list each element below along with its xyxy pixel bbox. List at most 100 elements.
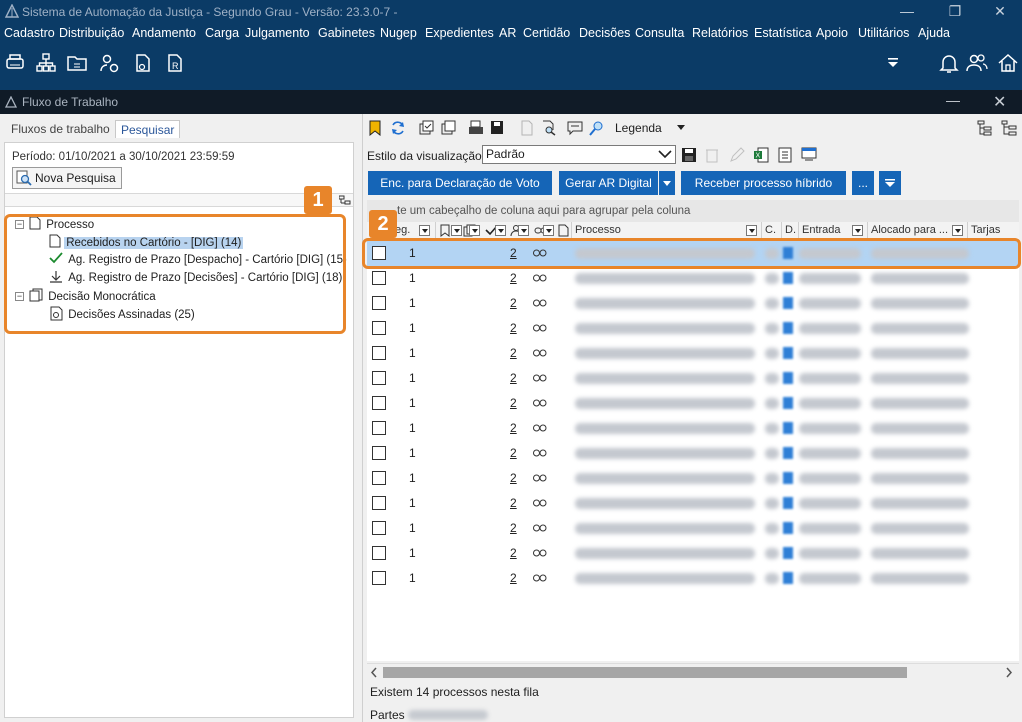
tab-pesquisar[interactable]: Pesquisar [115, 120, 181, 138]
excel-export-icon[interactable]: X [753, 147, 769, 163]
list-view-icon[interactable] [1001, 120, 1017, 136]
comment-icon[interactable] [567, 120, 583, 136]
estilo-select[interactable]: Padrão [482, 145, 676, 164]
printer-icon[interactable] [4, 52, 26, 74]
tree-options-icon[interactable] [339, 195, 351, 206]
table-row[interactable]: 12 [367, 391, 1019, 416]
row-checkbox[interactable] [372, 421, 386, 435]
link-icon[interactable] [533, 274, 547, 282]
nova-pesquisa-button[interactable]: Nova Pesquisa [12, 167, 122, 189]
scroll-right-icon[interactable] [1005, 667, 1013, 678]
close-icon[interactable]: ✕ [993, 92, 1006, 112]
disabled-doc-icon[interactable] [519, 120, 535, 136]
row-count-link[interactable]: 2 [510, 571, 517, 585]
minimize-icon[interactable]: — [946, 92, 960, 108]
scrollbar-thumb[interactable] [383, 667, 907, 678]
row-checkbox[interactable] [372, 571, 386, 585]
table-row[interactable]: 12 [367, 416, 1019, 441]
menu-estatistica[interactable]: Estatística [754, 26, 812, 40]
row-count-link[interactable]: 2 [510, 446, 517, 460]
refresh-icon[interactable] [390, 120, 406, 136]
menu-julgamento[interactable]: Julgamento [245, 26, 310, 40]
col-header-alocado[interactable]: Alocado para ... [871, 224, 951, 236]
document-list-icon[interactable] [777, 147, 793, 163]
document-r-icon[interactable]: R [164, 52, 186, 74]
row-count-link[interactable]: 2 [510, 471, 517, 485]
table-row[interactable]: 12 [367, 441, 1019, 466]
table-row[interactable]: 12 [367, 341, 1019, 366]
row-count-link[interactable]: 2 [510, 321, 517, 335]
menu-decisoes[interactable]: Decisões [579, 26, 630, 40]
row-checkbox[interactable] [372, 271, 386, 285]
col-filter-processo[interactable] [746, 224, 757, 236]
col-filter-copy[interactable] [469, 224, 480, 236]
save-icon[interactable] [681, 147, 697, 163]
menu-consulta[interactable]: Consulta [635, 26, 684, 40]
menu-relatorios[interactable]: Relatórios [692, 26, 748, 40]
menu-expedientes[interactable]: Expedientes [425, 26, 494, 40]
copy-check-icon[interactable] [418, 120, 434, 136]
row-count-link[interactable]: 2 [510, 421, 517, 435]
row-count-link[interactable]: 2 [510, 496, 517, 510]
col-filter-bookmark[interactable] [451, 224, 462, 236]
link-icon[interactable] [533, 324, 547, 332]
restore-icon[interactable]: ❐ [932, 0, 978, 24]
col-header-c[interactable]: C. [765, 224, 776, 236]
menu-ar[interactable]: AR [499, 26, 516, 40]
row-count-link[interactable]: 2 [510, 296, 517, 310]
col-header-processo[interactable]: Processo [575, 224, 621, 236]
row-checkbox[interactable] [372, 546, 386, 560]
scroll-left-icon[interactable] [370, 667, 378, 678]
copy-icon[interactable] [440, 120, 456, 136]
row-checkbox[interactable] [372, 371, 386, 385]
table-row[interactable]: 12 [367, 316, 1019, 341]
link-icon[interactable] [533, 374, 547, 382]
home-icon[interactable] [997, 52, 1019, 74]
col-header-entrada[interactable]: Entrada [802, 224, 841, 236]
col-header-seg[interactable]: eg. [395, 224, 410, 236]
actions-menu-button[interactable] [879, 171, 901, 195]
table-row[interactable]: 12 [367, 291, 1019, 316]
org-chart-icon[interactable] [35, 52, 57, 74]
link-icon[interactable] [533, 349, 547, 357]
col-filter-alocado[interactable] [952, 224, 963, 236]
row-checkbox[interactable] [372, 521, 386, 535]
menu-nugep[interactable]: Nugep [380, 26, 417, 40]
table-row[interactable]: 12 [367, 491, 1019, 516]
folder-icon[interactable] [66, 52, 88, 74]
table-row[interactable]: 12 [367, 466, 1019, 491]
col-filter-entrada[interactable] [852, 224, 863, 236]
receber-processo-hibrido-button[interactable]: Receber processo híbrido [681, 171, 846, 195]
zoom-doc-icon[interactable] [541, 120, 557, 136]
col-filter-seg[interactable] [419, 224, 430, 236]
menu-gabinetes[interactable]: Gabinetes [318, 26, 375, 40]
row-count-link[interactable]: 2 [510, 521, 517, 535]
gerar-ar-dropdown-button[interactable] [659, 171, 675, 195]
menu-carga[interactable]: Carga [205, 26, 239, 40]
edit-icon[interactable] [729, 147, 745, 163]
menu-certidao[interactable]: Certidão [523, 26, 570, 40]
bell-icon[interactable] [938, 52, 960, 74]
row-count-link[interactable]: 2 [510, 271, 517, 285]
table-row[interactable]: 12 [367, 541, 1019, 566]
row-checkbox[interactable] [372, 396, 386, 410]
trash-icon[interactable] [705, 147, 719, 163]
col-filter-people[interactable] [518, 224, 529, 236]
link-icon[interactable] [533, 474, 547, 482]
link-icon[interactable] [533, 524, 547, 532]
link-icon[interactable] [533, 549, 547, 557]
row-checkbox[interactable] [372, 446, 386, 460]
row-count-link[interactable]: 2 [510, 396, 517, 410]
enc-declaracao-voto-button[interactable]: Enc. para Declaração de Voto [368, 171, 552, 195]
tree-view-icon[interactable] [977, 120, 993, 136]
col-header-tarjas[interactable]: Tarjas [971, 224, 1000, 236]
user-gear-icon[interactable] [99, 52, 121, 74]
dropdown-icon[interactable] [886, 56, 900, 70]
table-row[interactable]: 12 [367, 366, 1019, 391]
menu-utilitarios[interactable]: Utilitários [858, 26, 909, 40]
document-icon[interactable] [132, 52, 154, 74]
row-count-link[interactable]: 2 [510, 346, 517, 360]
horizontal-scrollbar[interactable] [367, 663, 1019, 680]
link-icon[interactable] [533, 424, 547, 432]
row-count-link[interactable]: 2 [510, 546, 517, 560]
